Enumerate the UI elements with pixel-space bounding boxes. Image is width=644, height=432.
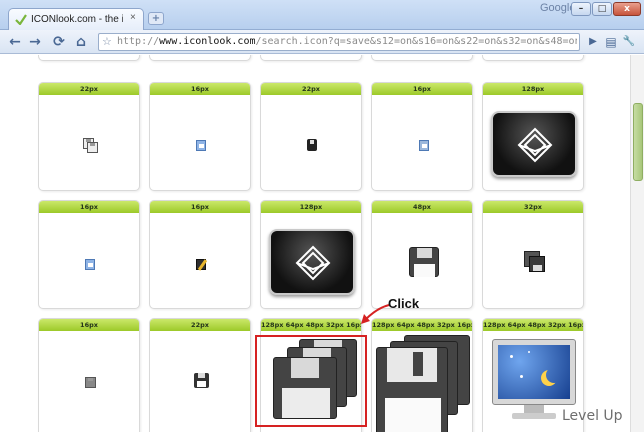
page-menu-button[interactable]: ▤	[602, 33, 620, 51]
floppy-disk-icon	[409, 247, 439, 277]
bookmark-star-icon[interactable]: ☆	[102, 36, 114, 48]
size-header: 22px	[150, 319, 250, 331]
icon-card[interactable]: 128px	[482, 82, 584, 191]
size-header: 16px	[39, 201, 139, 213]
icon-card[interactable]: 22px	[149, 318, 251, 432]
icon-card[interactable]: 16px	[38, 318, 140, 432]
icon-card[interactable]	[38, 55, 140, 61]
url-domain: www.iconlook.com	[159, 36, 256, 47]
icon-card[interactable]: 16px	[371, 82, 473, 191]
forward-button[interactable]: →	[26, 33, 44, 51]
icon-card[interactable]	[482, 55, 584, 61]
save-pencil-icon	[196, 259, 208, 271]
tab-title: ICONlook.com - the icon se…	[31, 14, 123, 25]
size-header: 48px	[372, 201, 472, 213]
size-header: 32px	[483, 201, 583, 213]
tab-close-icon[interactable]: ×	[130, 12, 141, 25]
page-viewport: 22px 16px 22px 16px 128px 16px 16px 128p…	[0, 55, 630, 432]
size-header: 128px 64px 48px 32px 16px	[483, 319, 583, 331]
reload-button[interactable]: ⟳	[50, 33, 68, 51]
size-header: 16px	[150, 83, 250, 95]
floppy-disk-icon	[194, 373, 209, 388]
title-bar: ICONlook.com - the icon se… × + Google –…	[0, 0, 644, 30]
save-document-icon	[196, 140, 206, 151]
size-header: 22px	[261, 83, 361, 95]
save-as-icon	[419, 140, 429, 151]
icon-card[interactable]: 48px	[371, 200, 473, 309]
browser-tab[interactable]: ICONlook.com - the icon se… ×	[8, 8, 144, 30]
save-all-icon	[83, 138, 98, 153]
tools-menu-button[interactable]: 🔧	[620, 33, 638, 51]
size-header: 16px	[372, 83, 472, 95]
url-text: http://www.iconlook.com/search.icon?q=sa…	[117, 36, 577, 47]
watermark-text: Level Up	[562, 408, 623, 424]
scrollbar-thumb[interactable]	[633, 103, 643, 181]
click-annotation-label: Click	[388, 296, 420, 311]
arrow-icon	[361, 304, 390, 324]
icon-card[interactable]	[260, 55, 362, 61]
floppy-disk-icon	[307, 139, 317, 151]
size-header: 128px 64px 48px 32px 16px	[261, 319, 361, 331]
icon-card[interactable]	[371, 55, 473, 61]
floppy-stack-icon	[376, 335, 472, 432]
icon-card[interactable]: 16px	[38, 200, 140, 309]
size-header: 22px	[39, 83, 139, 95]
back-button[interactable]: ←	[6, 33, 24, 51]
box-app-icon	[269, 229, 355, 295]
icon-card[interactable]	[149, 55, 251, 61]
save-document-icon	[85, 259, 95, 270]
box-app-icon	[491, 111, 577, 177]
close-window-button[interactable]: x	[613, 2, 641, 16]
icon-card[interactable]: 16px	[149, 82, 251, 191]
address-bar[interactable]: ☆ http://www.iconlook.com/search.icon?q=…	[98, 33, 580, 51]
browser-toolbar: ← → ⟳ ⌂ ☆ http://www.iconlook.com/search…	[0, 30, 644, 54]
icon-card[interactable]: 128px	[260, 200, 362, 309]
iconlook-favicon-icon	[15, 14, 27, 25]
icon-card[interactable]: 22px	[38, 82, 140, 191]
home-button[interactable]: ⌂	[72, 33, 90, 51]
new-tab-button[interactable]: +	[148, 12, 164, 25]
icon-card[interactable]: 128px 64px 48px 32px 16px	[371, 318, 473, 432]
maximize-button[interactable]: □	[592, 2, 612, 16]
floppy-disk-icon	[85, 377, 96, 388]
vertical-scrollbar[interactable]	[630, 55, 644, 432]
size-header: 128px	[483, 83, 583, 95]
floppy-stack-icon	[273, 339, 359, 419]
icon-card[interactable]: 22px	[260, 82, 362, 191]
icon-card[interactable]: 128px 64px 48px 32px 16px	[260, 318, 362, 432]
icon-card[interactable]: 16px	[149, 200, 251, 309]
go-button[interactable]: ▶	[584, 33, 602, 51]
icon-card[interactable]: 32px	[482, 200, 584, 309]
size-header: 128px	[261, 201, 361, 213]
save-all-icon	[524, 251, 546, 273]
size-header: 16px	[150, 201, 250, 213]
size-header: 16px	[39, 319, 139, 331]
minimize-button[interactable]: –	[571, 2, 591, 16]
